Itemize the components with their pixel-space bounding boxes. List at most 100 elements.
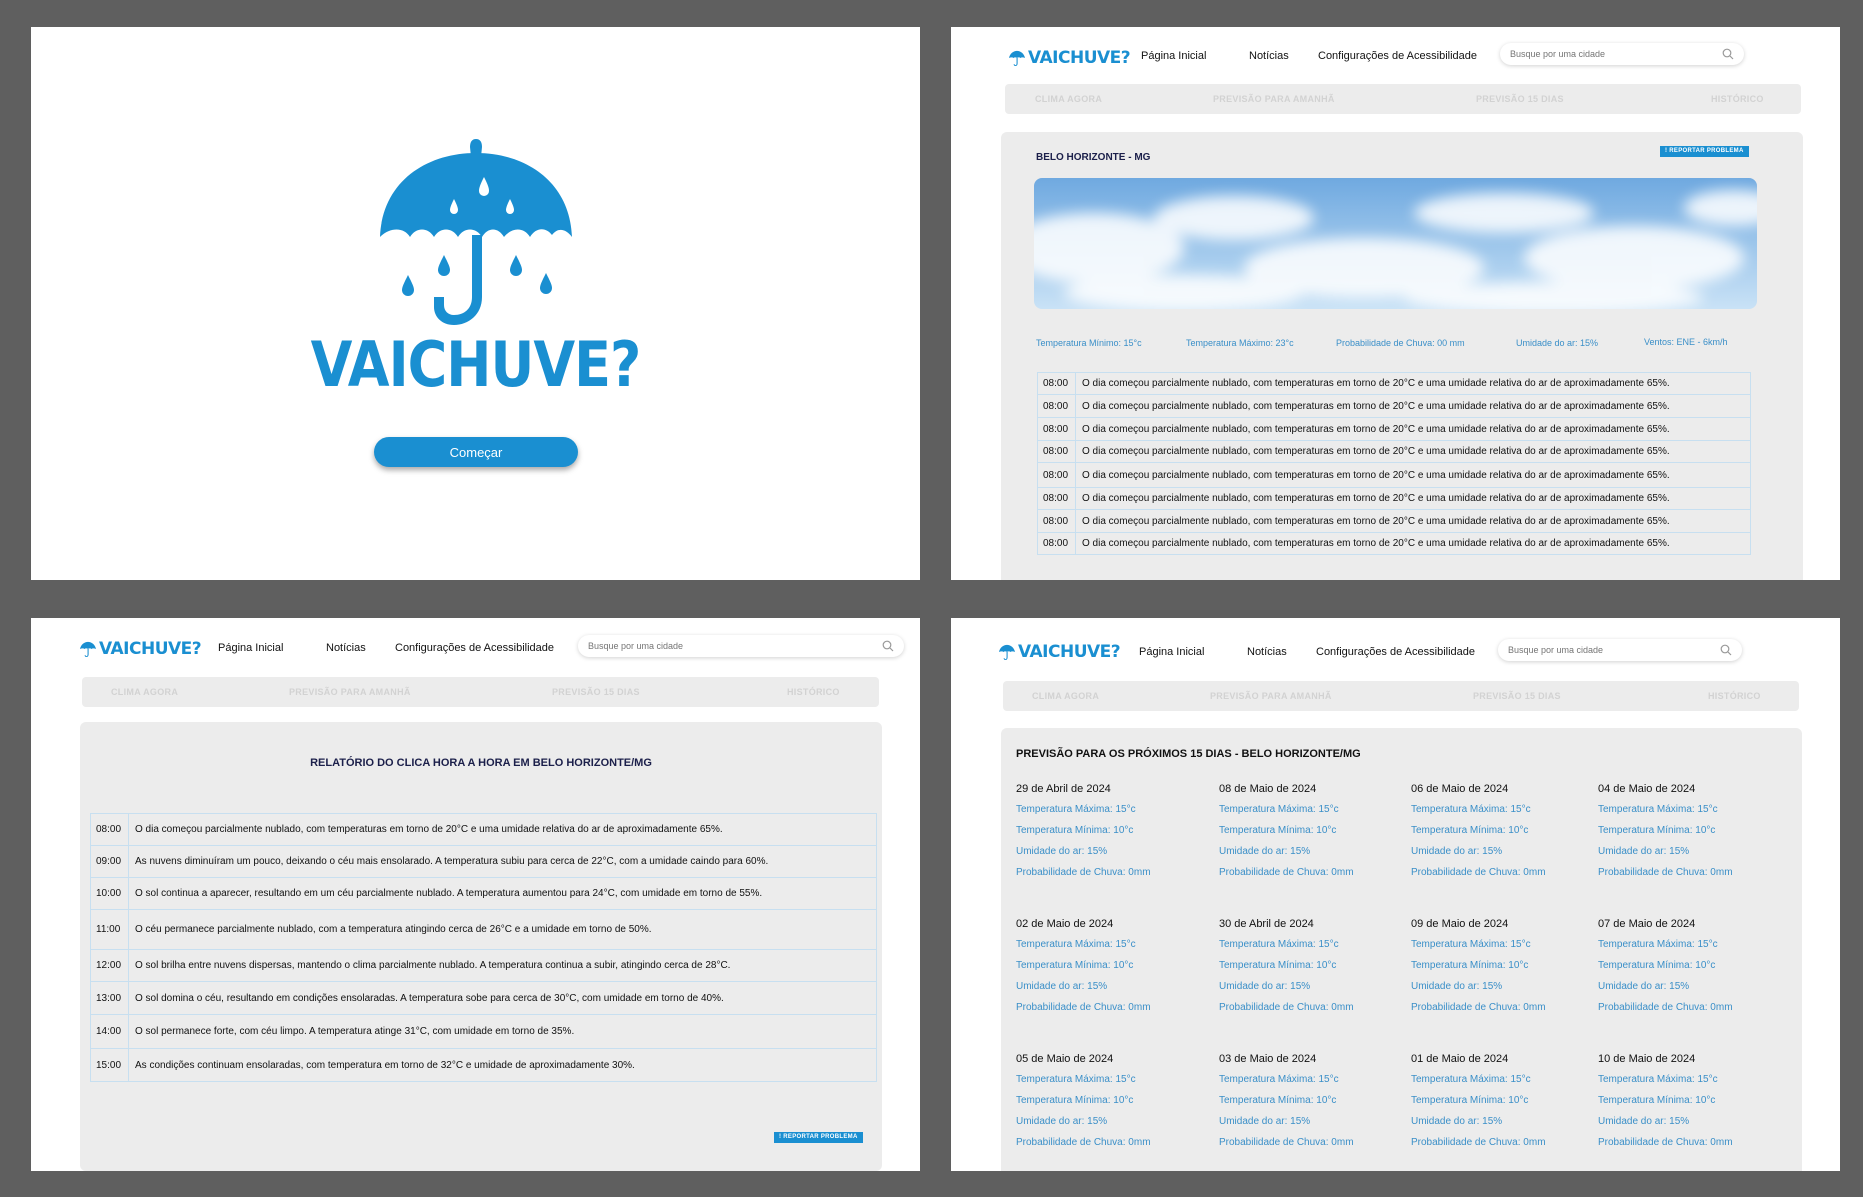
tabs-bar: CLIMA AGORA PREVISÃO PARA AMANHÃ PREVISÃ… [82,677,879,707]
row-time: 08:00 [1037,509,1076,533]
nav-home[interactable]: Página Inicial [1139,646,1204,658]
row-description: O dia começou parcialmente nublado, com … [1075,417,1751,441]
forecast-rain: Probabilidade de Chuva: 0mm [1016,1137,1151,1148]
stat-rain: Probabilidade de Chuva: 00 mm [1336,338,1465,348]
row-time: 08:00 [1037,372,1076,395]
forecast-temp-max: Temperatura Máxima: 15°c [1598,804,1718,815]
table-row: 08:00 O dia começou parcialmente nublado,… [1037,440,1751,463]
table-row: 08:00 O dia começou parcialmente nublado,… [1037,462,1751,488]
start-button[interactable]: Começar [374,437,578,467]
nav-accessibility[interactable]: Configurações de Acessibilidade [395,642,554,654]
report-problem-button[interactable]: ! REPORTAR PROBLEMA [1660,146,1749,157]
forecast-day-date: 03 de Maio de 2024 [1219,1053,1317,1065]
forecast-temp-max: Temperatura Máxima: 15°c [1016,939,1136,950]
search-input[interactable] [1508,645,1720,655]
hourly-report-table: 08:00 O dia começou parcialmente nublado,… [90,813,877,1082]
table-row: 13:00 O sol domina o céu, resultando em c… [90,981,877,1015]
tab-previsao-amanha[interactable]: PREVISÃO PARA AMANHÃ [1213,94,1335,104]
row-time: 09:00 [90,845,129,878]
nav-accessibility[interactable]: Configurações de Acessibilidade [1318,50,1477,62]
row-description: O dia começou parcialmente nublado, com … [128,813,877,846]
search-icon[interactable] [1720,644,1732,656]
nav-news[interactable]: Notícias [1249,50,1289,62]
splash-title: VAICHUVE? [310,328,642,401]
current-weather-card: BELO HORIZONTE - MG ! REPORTAR PROBLEMA [1001,132,1803,580]
stat-humidity: Umidade do ar: 15% [1516,338,1599,348]
forecast-humidity: Umidade do ar: 15% [1598,846,1690,857]
forecast-temp-min: Temperatura Mínima: 10°c [1219,1095,1337,1106]
forecast-rain: Probabilidade de Chuva: 0mm [1016,867,1151,878]
row-time: 08:00 [90,813,129,846]
forecast-day: 09 de Maio de 2024 Temperatura Máxima: 15… [1411,918,1591,1023]
tab-historico[interactable]: HISTÓRICO [1708,691,1761,701]
search-bar [578,635,904,657]
tab-historico[interactable]: HISTÓRICO [1711,94,1764,104]
table-row: 11:00 O céu permanece parcialmente nublad… [90,909,877,950]
tab-clima-agora[interactable]: CLIMA AGORA [111,687,178,697]
forecast-rain: Probabilidade de Chuva: 0mm [1016,1002,1151,1013]
row-time: 12:00 [90,949,129,982]
brand-logo[interactable]: VAICHUVE? [998,642,1121,662]
forecast-day: 29 de Abril de 2024 Temperatura Máxima: 1… [1016,783,1196,888]
table-row: 14:00 O sol permanece forte, com céu limp… [90,1014,877,1049]
nav-accessibility[interactable]: Configurações de Acessibilidade [1316,646,1475,658]
table-row: 10:00 O sol continua a aparecer, resultan… [90,877,877,910]
forecast-rain: Probabilidade de Chuva: 0mm [1598,1137,1733,1148]
forecast-rain: Probabilidade de Chuva: 0mm [1411,1137,1546,1148]
search-icon[interactable] [1722,48,1734,60]
tab-previsao-15-dias[interactable]: PREVISÃO 15 DIAS [552,687,640,697]
forecast-day-date: 01 de Maio de 2024 [1411,1053,1509,1065]
hourly-report-title: RELATÓRIO DO CLICA HORA A HORA EM BELO H… [310,757,652,769]
forecast-temp-min: Temperatura Mínima: 10°c [1219,960,1337,971]
forecast-day-date: 05 de Maio de 2024 [1016,1053,1114,1065]
forecast-humidity: Umidade do ar: 15% [1219,846,1311,857]
forecast-day-date: 02 de Maio de 2024 [1016,918,1114,930]
brand-logo[interactable]: VAICHUVE? [1008,48,1131,68]
row-description: O dia começou parcialmente nublado, com … [1075,372,1751,395]
tab-historico[interactable]: HISTÓRICO [787,687,840,697]
forecast-humidity: Umidade do ar: 15% [1411,1116,1503,1127]
tab-clima-agora[interactable]: CLIMA AGORA [1035,94,1102,104]
nav-home[interactable]: Página Inicial [1141,50,1206,62]
forecast-temp-max: Temperatura Máxima: 15°c [1016,1074,1136,1085]
forecast-temp-min: Temperatura Mínima: 10°c [1598,960,1716,971]
table-row: 15:00 As condições continuam ensolaradas,… [90,1048,877,1082]
tab-previsao-15-dias[interactable]: PREVISÃO 15 DIAS [1476,94,1564,104]
forecast-temp-max: Temperatura Máxima: 15°c [1411,1074,1531,1085]
forecast-rain: Probabilidade de Chuva: 0mm [1219,867,1354,878]
search-input[interactable] [588,641,882,651]
row-description: O sol brilha entre nuvens dispersas, man… [128,949,877,982]
search-icon[interactable] [882,640,894,652]
sky-image [1034,178,1757,309]
row-description: O sol continua a aparecer, resultando em… [128,877,877,910]
tab-previsao-amanha[interactable]: PREVISÃO PARA AMANHÃ [289,687,411,697]
brand-name: VAICHUVE? [99,639,202,659]
forecast-day-date: 04 de Maio de 2024 [1598,783,1696,795]
search-input[interactable] [1510,49,1722,59]
forecast-temp-max: Temperatura Máxima: 15°c [1598,1074,1718,1085]
tab-previsao-amanha[interactable]: PREVISÃO PARA AMANHÃ [1210,691,1332,701]
nav-news[interactable]: Notícias [1247,646,1287,658]
row-time: 08:00 [1037,487,1076,510]
forecast-rain: Probabilidade de Chuva: 0mm [1411,867,1546,878]
tab-clima-agora[interactable]: CLIMA AGORA [1032,691,1099,701]
search-bar [1498,639,1742,661]
tab-previsao-15-dias[interactable]: PREVISÃO 15 DIAS [1473,691,1561,701]
tabs-bar: CLIMA AGORA PREVISÃO PARA AMANHÃ PREVISÃ… [1003,681,1799,711]
report-problem-button[interactable]: ! REPORTAR PROBLEMA [774,1132,863,1143]
row-time: 11:00 [90,909,129,950]
current-weather-screen: VAICHUVE? Página Inicial Notícias Config… [951,27,1840,580]
tabs-bar: CLIMA AGORA PREVISÃO PARA AMANHÃ PREVISÃ… [1005,84,1801,114]
hourly-report-card: RELATÓRIO DO CLICA HORA A HORA EM BELO H… [80,722,882,1171]
forecast-day: 08 de Maio de 2024 Temperatura Máxima: 15… [1219,783,1399,888]
nav-news[interactable]: Notícias [326,642,366,654]
splash-logo: VAICHUVE? [31,137,920,401]
forecast-day-date: 08 de Maio de 2024 [1219,783,1317,795]
brand-logo[interactable]: VAICHUVE? [79,639,202,659]
forecast-temp-max: Temperatura Máxima: 15°c [1219,939,1339,950]
table-row: 12:00 O sol brilha entre nuvens dispersas… [90,949,877,982]
forecast-humidity: Umidade do ar: 15% [1598,1116,1690,1127]
table-row: 08:00 O dia começou parcialmente nublado,… [1037,532,1751,555]
umbrella-icon [1009,50,1025,66]
nav-home[interactable]: Página Inicial [218,642,283,654]
